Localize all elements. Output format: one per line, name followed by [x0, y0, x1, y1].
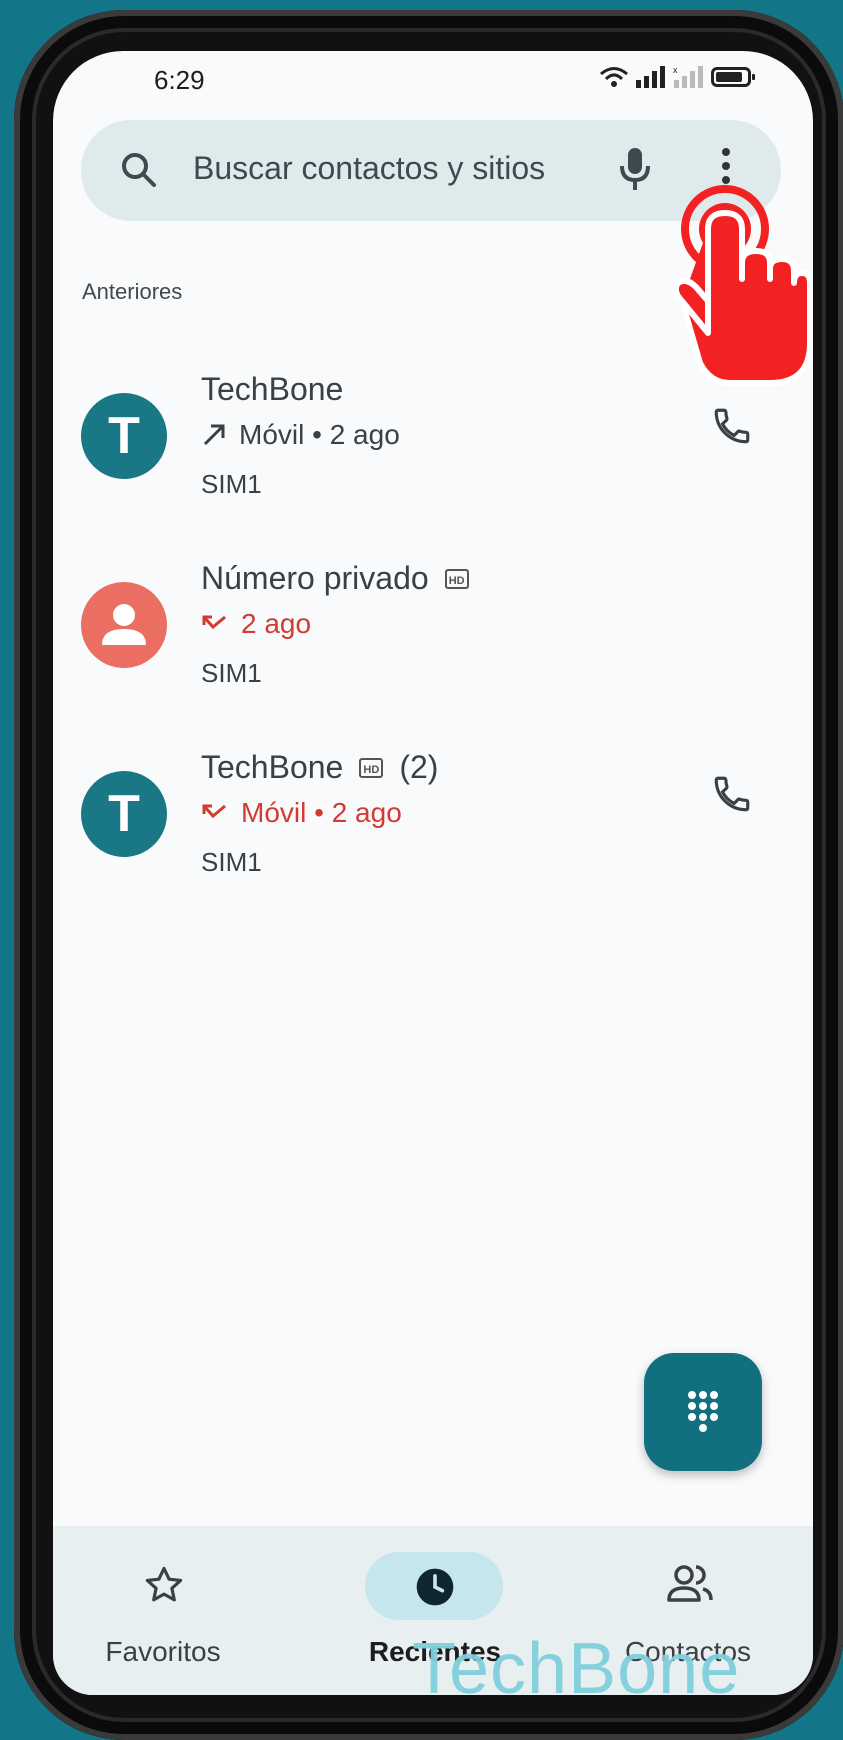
contact-name: TechBone	[201, 749, 344, 785]
star-icon	[145, 1566, 183, 1602]
avatar[interactable]: T	[81, 393, 167, 479]
search-icon[interactable]	[119, 150, 159, 190]
hd-badge-icon: HD	[444, 568, 469, 589]
nav-favorites[interactable]: Favoritos	[63, 1526, 263, 1695]
avatar-initial: T	[108, 407, 140, 465]
call-detail: 2 ago	[201, 608, 311, 640]
list-item[interactable]: T TechBone HD (2) Móvil • 2 ago SIM1	[53, 749, 813, 919]
tap-gesture-icon	[672, 185, 810, 386]
battery-icon	[711, 67, 755, 87]
call-detail-text: 2 ago	[241, 608, 312, 639]
person-icon	[102, 604, 146, 645]
sim-label: SIM1	[201, 847, 262, 877]
signal-icon	[636, 66, 665, 88]
watermark-logo: TechBone	[412, 1629, 741, 1709]
signal-no-service-icon: x	[673, 66, 703, 88]
avatar[interactable]	[81, 582, 167, 668]
contact-name-row: TechBone HD (2)	[201, 749, 438, 786]
avatar[interactable]: T	[81, 771, 167, 857]
call-detail: Móvil • 2 ago	[201, 419, 400, 451]
search-input[interactable]: Buscar contactos y sitios	[193, 150, 545, 187]
call-detail: Móvil • 2 ago	[201, 797, 402, 829]
contact-name: Número privado	[201, 560, 429, 596]
contact-name-row: TechBone	[201, 371, 343, 408]
nav-favorites-label: Favoritos	[105, 1636, 221, 1667]
wifi-icon	[600, 67, 628, 87]
hd-badge-icon: HD	[359, 757, 384, 778]
dialpad-button[interactable]	[644, 1353, 762, 1471]
mic-icon[interactable]	[618, 146, 652, 192]
phone-call-icon[interactable]	[711, 773, 753, 815]
sim-label: SIM1	[201, 469, 262, 499]
list-item[interactable]: T TechBone Móvil • 2 ago SIM1	[53, 371, 813, 541]
dialpad-icon	[688, 1391, 718, 1432]
contact-name-row: Número privado HD	[201, 560, 469, 597]
call-detail-text: Móvil • 2 ago	[239, 419, 400, 450]
svg-text:x: x	[673, 66, 678, 75]
phone-call-icon[interactable]	[711, 405, 753, 447]
missed-call-icon	[202, 615, 226, 630]
list-item[interactable]: Número privado HD 2 ago SIM1	[53, 560, 813, 730]
contact-name: TechBone	[201, 371, 344, 407]
call-detail-text: Móvil • 2 ago	[241, 797, 402, 828]
avatar-initial: T	[108, 785, 140, 843]
sim-label: SIM1	[201, 658, 262, 688]
outgoing-call-icon	[203, 424, 225, 446]
clock-icon	[416, 1568, 454, 1606]
call-count: (2)	[399, 749, 439, 785]
missed-call-icon	[202, 804, 226, 819]
status-icons: x	[599, 65, 755, 89]
section-header: Anteriores	[82, 279, 183, 304]
status-bar: 6:29 x	[53, 51, 813, 111]
status-time: 6:29	[154, 65, 205, 95]
contacts-icon	[667, 1565, 713, 1602]
